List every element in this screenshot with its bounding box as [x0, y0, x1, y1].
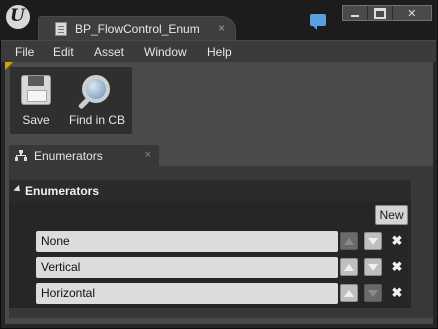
save-label: Save — [22, 113, 50, 127]
delete-enumerator-icon[interactable]: ✖ — [390, 234, 404, 248]
menu-bar: File Edit Asset Window Help — [1, 40, 436, 62]
arrow-down-icon — [368, 264, 378, 271]
floppy-disk-icon — [21, 75, 51, 105]
window-controls: ✕ — [342, 5, 432, 21]
unreal-engine-logo-icon: U — [6, 5, 30, 29]
delete-enumerator-icon[interactable]: ✖ — [390, 260, 404, 274]
document-tab[interactable]: BP_FlowControl_Enum × — [38, 16, 236, 40]
enumerators-category-header[interactable]: Enumerators — [9, 180, 411, 201]
menu-window[interactable]: Window — [144, 45, 187, 59]
new-enumerator-button[interactable]: New — [375, 205, 408, 225]
save-button[interactable]: Save — [14, 67, 58, 134]
arrow-down-icon — [368, 238, 378, 245]
blueprint-enum-icon — [55, 22, 67, 36]
tab-enumerators[interactable]: Enumerators × — [9, 145, 159, 166]
move-down-button[interactable] — [364, 232, 382, 250]
hierarchy-icon — [15, 150, 27, 161]
speech-bubble-icon[interactable] — [310, 14, 326, 30]
enumerator-name-field[interactable]: Horizontal — [36, 283, 338, 304]
menu-edit[interactable]: Edit — [53, 45, 74, 59]
minimize-button[interactable] — [343, 6, 368, 20]
move-up-button[interactable] — [340, 258, 358, 276]
magnifier-icon — [82, 75, 110, 103]
arrow-up-icon — [344, 264, 354, 271]
find-in-cb-button[interactable]: Find in CB — [64, 67, 130, 134]
close-window-button[interactable]: ✕ — [393, 6, 431, 20]
menu-help[interactable]: Help — [207, 45, 232, 59]
arrow-down-icon — [368, 290, 378, 297]
close-tab-icon[interactable]: × — [218, 21, 225, 35]
find-in-cb-label: Find in CB — [68, 113, 126, 127]
enumerator-name-field[interactable]: None — [36, 231, 338, 252]
arrow-up-icon — [344, 238, 354, 245]
menu-file[interactable]: File — [15, 45, 34, 59]
move-up-button[interactable] — [340, 284, 358, 302]
tab-enumerators-label: Enumerators — [34, 149, 103, 163]
move-down-button[interactable] — [364, 258, 382, 276]
arrow-up-icon — [344, 290, 354, 297]
close-panel-icon[interactable]: × — [145, 149, 151, 161]
category-label: Enumerators — [25, 184, 100, 198]
move-up-button — [340, 232, 358, 250]
delete-enumerator-icon[interactable]: ✖ — [390, 286, 404, 300]
move-down-button — [364, 284, 382, 302]
collapse-arrow-icon[interactable] — [13, 184, 23, 195]
document-tab-label: BP_FlowControl_Enum — [75, 22, 200, 36]
toolbar: Save Find in CB — [10, 67, 132, 134]
maximize-button[interactable] — [368, 6, 393, 20]
title-bar[interactable]: U BP_FlowControl_Enum × ✕ — [0, 0, 436, 40]
enumerator-name-field[interactable]: Vertical — [36, 257, 338, 278]
menu-asset[interactable]: Asset — [94, 45, 124, 59]
